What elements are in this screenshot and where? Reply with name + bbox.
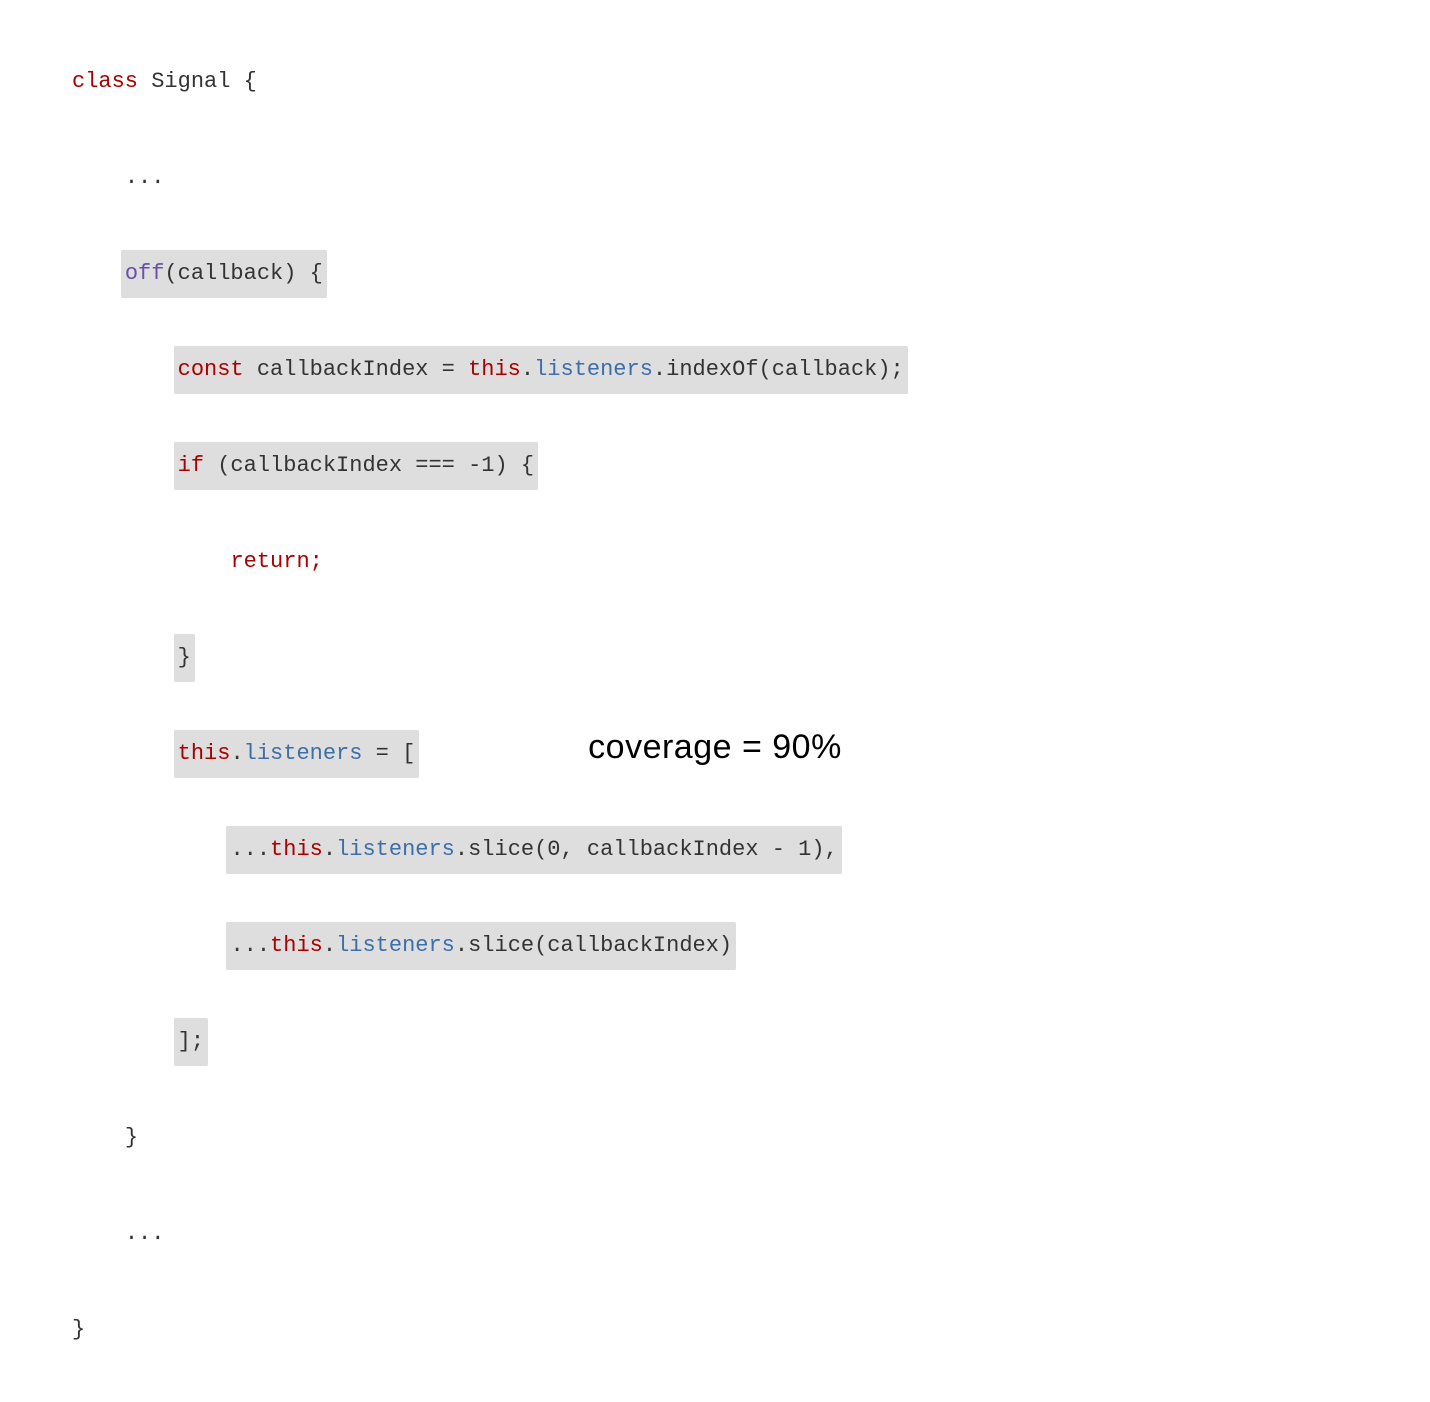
coverage-caption: coverage = 90% — [0, 728, 1430, 767]
code-line-12: } — [72, 1114, 908, 1162]
spread: ... — [230, 837, 270, 862]
covered-span: ...this.listeners.slice(0, callbackIndex… — [226, 826, 841, 874]
punct-brace-close: } — [72, 1317, 85, 1342]
code-line-10: ...this.listeners.slice(callbackIndex) — [72, 922, 908, 970]
text: .slice(callbackIndex) — [455, 933, 732, 958]
punct-dot: . — [521, 357, 534, 382]
code-line-3: off(callback) { — [72, 250, 908, 298]
prop-listeners: listeners — [336, 933, 455, 958]
code-snippet: class Signal { ... off(callback) { const… — [72, 10, 908, 1402]
text: .slice(0, callbackIndex - 1), — [455, 837, 838, 862]
ellipsis: ... — [125, 1221, 165, 1246]
method-name-off: off — [125, 261, 165, 286]
keyword-this: this — [270, 837, 323, 862]
punct-brace-open: { — [230, 69, 256, 94]
punct-dot: . — [323, 837, 336, 862]
text: .indexOf(callback); — [653, 357, 904, 382]
covered-span: ...this.listeners.slice(callbackIndex) — [226, 922, 736, 970]
punct-bracket-close: ]; — [178, 1029, 204, 1054]
prop-listeners: listeners — [534, 357, 653, 382]
method-params: (callback) { — [164, 261, 322, 286]
identifier-signal: Signal — [138, 69, 230, 94]
covered-span: } — [174, 634, 195, 682]
keyword-this: this — [270, 933, 323, 958]
prop-listeners: listeners — [336, 837, 455, 862]
keyword-const: const — [178, 357, 244, 382]
keyword-if: if — [178, 453, 204, 478]
code-line-11: ]; — [72, 1018, 908, 1066]
spread: ... — [230, 933, 270, 958]
code-line-1: class Signal { — [72, 58, 908, 106]
code-line-9: ...this.listeners.slice(0, callbackIndex… — [72, 826, 908, 874]
text: (callbackIndex === -1) { — [204, 453, 534, 478]
code-line-14: } — [72, 1306, 908, 1354]
covered-span: if (callbackIndex === -1) { — [174, 442, 538, 490]
ellipsis: ... — [125, 165, 165, 190]
keyword-class: class — [72, 69, 138, 94]
code-line-4: const callbackIndex = this.listeners.ind… — [72, 346, 908, 394]
punct-dot: . — [323, 933, 336, 958]
code-line-5: if (callbackIndex === -1) { — [72, 442, 908, 490]
keyword-return: return; — [230, 549, 322, 574]
covered-span: off(callback) { — [121, 250, 327, 298]
keyword-this: this — [468, 357, 521, 382]
code-line-13: ... — [72, 1210, 908, 1258]
code-line-7: } — [72, 634, 908, 682]
punct-brace-close: } — [178, 645, 191, 670]
covered-span: const callbackIndex = this.listeners.ind… — [174, 346, 908, 394]
code-line-2: ... — [72, 154, 908, 202]
punct-brace-close: } — [125, 1125, 138, 1150]
covered-span: ]; — [174, 1018, 208, 1066]
code-line-6: return; — [72, 538, 908, 586]
text: callbackIndex = — [244, 357, 468, 382]
